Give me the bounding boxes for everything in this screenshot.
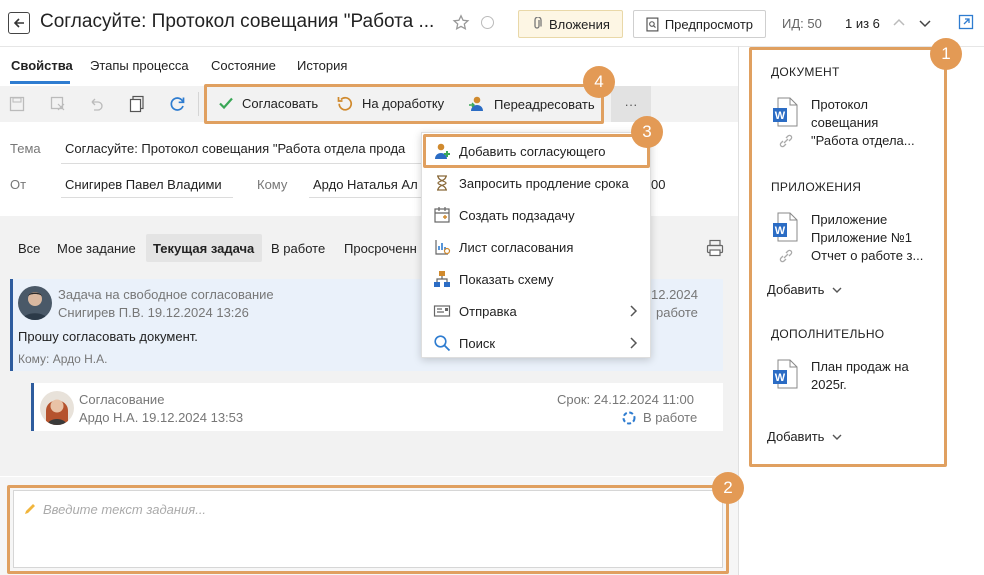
preview-label: Предпросмотр: [664, 16, 753, 32]
tab-properties[interactable]: Свойства: [11, 58, 73, 73]
tab-state[interactable]: Состояние: [211, 58, 276, 73]
refresh-icon[interactable]: [168, 95, 186, 113]
print-icon[interactable]: [706, 239, 724, 257]
undo-icon[interactable]: [88, 96, 104, 112]
avatar-author: [18, 286, 52, 320]
menu-item-send[interactable]: Отправка: [422, 295, 652, 327]
preview-icon: [646, 16, 659, 32]
to-underline: [309, 197, 421, 198]
status-circle-icon: [481, 16, 494, 29]
task-card-accent: [10, 279, 13, 371]
chevron-right-icon: [630, 305, 638, 317]
task2-status: В работе: [643, 410, 698, 425]
search-icon: [434, 335, 451, 352]
copy-icon[interactable]: [129, 95, 145, 113]
menu-item-show-scheme[interactable]: Показать схему: [422, 263, 652, 295]
from-underline: [61, 197, 233, 198]
menu-item-extend-deadline[interactable]: Запросить продление срока: [422, 167, 652, 199]
attachments-button[interactable]: Вложения: [518, 10, 623, 38]
save-icon[interactable]: [9, 96, 25, 112]
task2-type: Согласование: [79, 392, 165, 407]
back-arrow-icon: [13, 18, 24, 28]
paperclip-icon: [534, 17, 542, 29]
avatar-assignee: [40, 391, 74, 425]
to-label: Кому: [257, 177, 288, 192]
more-label: ···: [624, 96, 638, 112]
back-button[interactable]: [8, 12, 30, 34]
attachments-label: Вложения: [549, 16, 610, 32]
chevron-down-icon[interactable]: [918, 16, 932, 30]
send-icon: [433, 305, 451, 317]
from-value[interactable]: Снигирев Павел Владими: [65, 177, 233, 192]
subject-value[interactable]: Согласуйте: Протокол совещания "Работа о…: [65, 141, 420, 156]
callout-box-add-approver: [423, 134, 650, 168]
menu-item-create-subtask[interactable]: Создать подзадачу: [422, 199, 652, 231]
pager-label: 1 из 6: [845, 16, 880, 31]
to-tail: 00: [651, 177, 666, 192]
task2-accent: [31, 383, 34, 431]
preview-button[interactable]: Предпросмотр: [633, 10, 766, 38]
callout-box-panel: [749, 47, 947, 467]
chevron-up-icon[interactable]: [892, 16, 906, 30]
chevron-right-icon: [630, 337, 638, 349]
from-label: От: [10, 177, 27, 192]
filter-my-task[interactable]: Мое задание: [57, 241, 136, 256]
toolbar-separator: [198, 92, 199, 116]
page-title: Согласуйте: Протокол совещания "Работа .…: [40, 11, 435, 32]
subject-underline: [61, 163, 421, 164]
to-value[interactable]: Ардо Наталья Ал: [313, 177, 421, 192]
callout-box-actions: [204, 84, 604, 124]
hourglass-icon: [437, 175, 447, 191]
tab-history[interactable]: История: [297, 58, 347, 73]
in-progress-icon: [622, 411, 636, 425]
filter-in-progress[interactable]: В работе: [271, 241, 325, 256]
menu-item-approval-sheet[interactable]: Лист согласования: [422, 231, 652, 263]
callout-badge-3: 3: [631, 116, 663, 148]
subject-label: Тема: [10, 141, 41, 156]
approval-sheet-icon: [435, 240, 451, 255]
task1-status: работе: [656, 305, 698, 320]
callout-badge-2: 2: [712, 472, 744, 504]
active-tab-indicator: [10, 81, 70, 84]
task1-type: Задача на свободное согласование: [58, 287, 274, 302]
filter-all[interactable]: Все: [18, 241, 40, 256]
filter-current-task[interactable]: Текущая задача: [153, 241, 254, 256]
callout-badge-1: 1: [930, 38, 962, 70]
save-close-icon[interactable]: [50, 96, 66, 112]
callout-badge-4: 4: [583, 66, 615, 98]
tab-process-stages[interactable]: Этапы процесса: [90, 58, 189, 73]
task1-message: Прошу согласовать документ.: [18, 329, 198, 344]
menu-item-search[interactable]: Поиск: [422, 327, 652, 359]
task1-to-line: Кому: Ардо Н.А.: [18, 352, 108, 366]
scheme-icon: [434, 271, 450, 287]
star-icon[interactable]: [452, 14, 470, 32]
open-external-icon[interactable]: [958, 14, 974, 30]
task1-author-date: Снигирев П.В. 19.12.2024 13:26: [58, 305, 249, 320]
id-label: ИД: 50: [782, 16, 822, 31]
calendar-icon: [434, 207, 450, 223]
task2-author-date: Ардо Н.А. 19.12.2024 13:53: [79, 410, 244, 425]
filter-overdue[interactable]: Просроченн: [344, 241, 417, 256]
callout-box-input: [7, 485, 729, 574]
task1-date-right: 12.2024: [651, 287, 698, 302]
task2-deadline: Срок: 24.12.2024 11:00: [557, 392, 695, 407]
